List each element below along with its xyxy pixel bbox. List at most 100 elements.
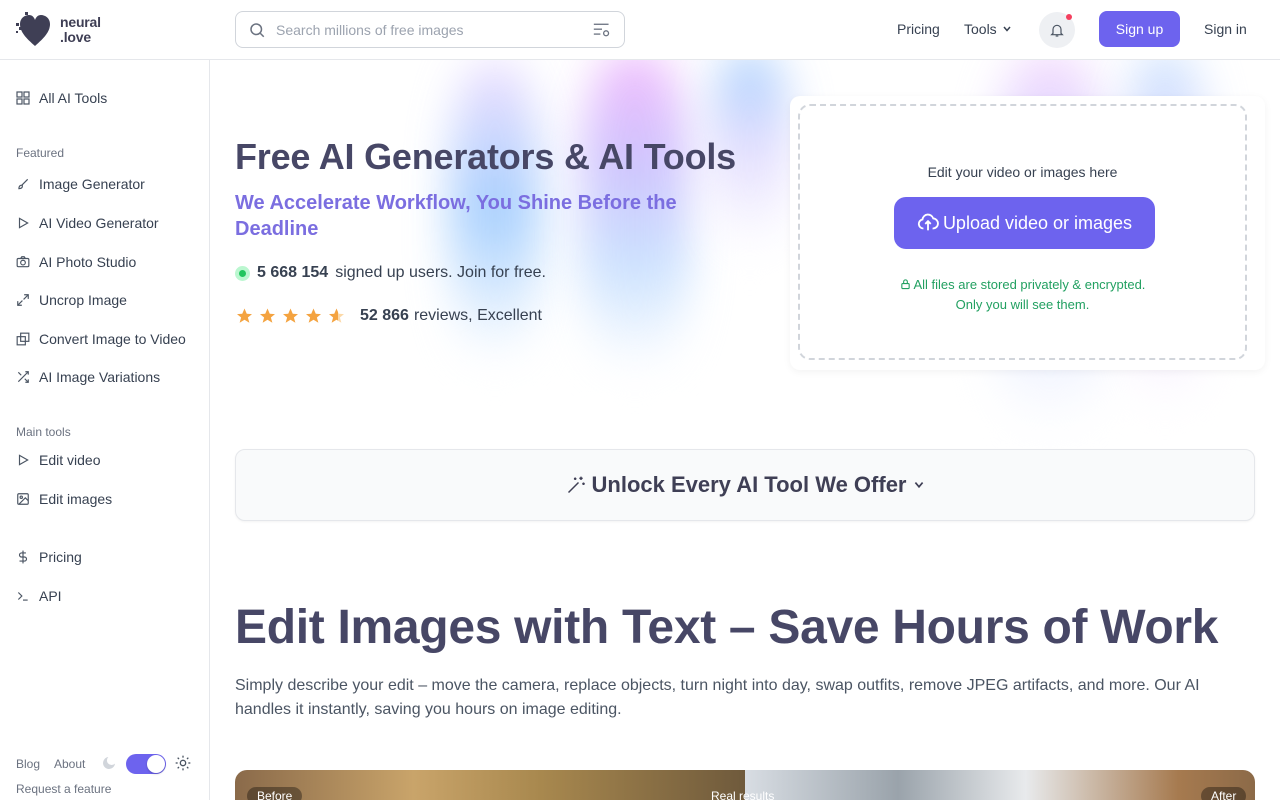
nav-tools-label: Tools xyxy=(964,21,997,37)
search-icon xyxy=(250,22,265,37)
section-description: Simply describe your edit – move the cam… xyxy=(235,677,1200,718)
nav-pricing[interactable]: Pricing xyxy=(897,21,940,37)
bell-icon xyxy=(1050,24,1064,37)
main-content: Free AI Generators & AI Tools We Acceler… xyxy=(210,60,1280,800)
image-icon xyxy=(17,493,29,505)
sidebar: All AI Tools Featured Image Generator AI… xyxy=(0,60,210,800)
star-icon xyxy=(306,308,321,323)
privacy-note: All files are stored privately & encrypt… xyxy=(800,275,1245,315)
logo[interactable]: neural .love xyxy=(16,12,101,48)
request-feature-link[interactable]: Request a feature xyxy=(16,782,111,796)
chevron-down-icon xyxy=(914,482,923,489)
grid-icon xyxy=(16,91,30,105)
sidebar-item-label: All AI Tools xyxy=(39,90,108,106)
main-tools-section-label: Main tools xyxy=(16,425,71,439)
blog-link[interactable]: Blog xyxy=(16,757,40,771)
signin-link[interactable]: Sign in xyxy=(1204,21,1247,37)
hero-subtitle: We Accelerate Workflow, You Shine Before… xyxy=(235,192,677,240)
sidebar-item-label: Pricing xyxy=(39,549,82,565)
play-icon xyxy=(18,454,29,466)
hero-title: Free AI Generators & AI Tools xyxy=(235,136,736,177)
notifications-button[interactable] xyxy=(1039,12,1075,48)
real-results-label: Real results xyxy=(711,789,775,800)
sidebar-item-pricing[interactable]: Pricing xyxy=(16,549,82,565)
cloud-upload-icon xyxy=(917,213,939,231)
signup-button[interactable]: Sign up xyxy=(1099,11,1180,47)
upload-button[interactable]: Upload video or images xyxy=(894,197,1155,249)
reviews-count: 52 866 xyxy=(360,307,409,324)
sidebar-item-label: Convert Image to Video xyxy=(39,331,186,347)
upload-caption: Edit your video or images here xyxy=(927,164,1118,180)
sidebar-item-convert-image-to-video[interactable]: Convert Image to Video xyxy=(16,331,186,347)
sidebar-item-ai-video-generator[interactable]: AI Video Generator xyxy=(16,215,159,231)
toggle-knob xyxy=(147,755,165,773)
upload-button-label: Upload video or images xyxy=(942,212,1133,233)
logo-line2: .love xyxy=(60,29,91,45)
sidebar-item-label: Edit images xyxy=(39,491,113,507)
after-label: After xyxy=(1201,787,1247,800)
privacy-line1: All files are stored privately & encrypt… xyxy=(913,277,1146,292)
unlock-label: Unlock Every AI Tool We Offer xyxy=(591,472,907,497)
sidebar-item-all-tools[interactable]: All AI Tools xyxy=(16,90,107,106)
star-icon xyxy=(283,308,298,323)
chevron-down-icon xyxy=(1003,26,1011,32)
before-after-comparison[interactable]: Before Real results After xyxy=(235,770,1255,800)
shuffle-icon xyxy=(17,371,29,383)
sidebar-item-label: AI Video Generator xyxy=(39,215,159,231)
users-count: 5 668 154 xyxy=(257,264,329,281)
before-label: Before xyxy=(247,787,303,800)
gallery-icon xyxy=(16,332,30,346)
sidebar-item-ai-image-variations[interactable]: AI Image Variations xyxy=(16,369,160,385)
filter-settings-icon[interactable] xyxy=(592,21,612,39)
sun-icon xyxy=(175,755,191,771)
sidebar-item-edit-images[interactable]: Edit images xyxy=(16,491,112,507)
sidebar-item-image-generator[interactable]: Image Generator xyxy=(16,176,145,192)
star-icon xyxy=(260,308,275,323)
star-half-icon xyxy=(329,308,344,323)
privacy-line2: Only you will see them. xyxy=(955,297,1090,312)
after-image xyxy=(745,770,1255,800)
heart-logo-icon xyxy=(16,12,50,46)
star-icon xyxy=(237,308,252,323)
reviews-summary: 52 866 reviews, Excellent xyxy=(235,307,542,325)
rating-stars xyxy=(235,307,346,325)
reviews-text: reviews, Excellent xyxy=(413,307,542,324)
featured-section-label: Featured xyxy=(16,146,65,160)
theme-toggle[interactable] xyxy=(126,754,166,774)
online-status-icon xyxy=(235,265,250,281)
brush-icon xyxy=(18,178,29,190)
dollar-icon xyxy=(18,550,28,564)
sidebar-item-api[interactable]: API xyxy=(16,588,62,604)
sidebar-item-label: Edit video xyxy=(39,452,101,468)
search-bar[interactable] xyxy=(235,11,625,48)
lock-icon xyxy=(900,279,910,290)
about-link[interactable]: About xyxy=(54,757,85,771)
sidebar-item-label: API xyxy=(39,588,62,604)
upload-card: Edit your video or images here Upload vi… xyxy=(790,96,1265,370)
top-header: neural .love Pricing Tools Sign up Sign … xyxy=(0,0,1280,60)
terminal-icon xyxy=(17,592,28,601)
expand-icon xyxy=(17,294,29,306)
moon-icon xyxy=(103,757,115,769)
sidebar-item-edit-video[interactable]: Edit video xyxy=(16,452,100,468)
search-input[interactable] xyxy=(276,21,592,38)
sidebar-item-ai-photo-studio[interactable]: AI Photo Studio xyxy=(16,254,136,270)
signup-count: 5 668 154 signed up users. Join for free… xyxy=(235,264,546,282)
sidebar-item-label: AI Image Variations xyxy=(39,369,161,385)
play-icon xyxy=(18,217,29,229)
unlock-tools-button[interactable]: Unlock Every AI Tool We Offer xyxy=(235,449,1255,521)
section-title: Edit Images with Text – Save Hours of Wo… xyxy=(235,601,1219,654)
magic-wand-icon xyxy=(567,476,585,494)
users-text: signed up users. Join for free. xyxy=(335,264,546,281)
nav-tools[interactable]: Tools xyxy=(964,21,1012,37)
camera-icon xyxy=(16,256,30,268)
sidebar-item-uncrop-image[interactable]: Uncrop Image xyxy=(16,292,127,308)
sidebar-item-label: Image Generator xyxy=(39,176,145,192)
sidebar-item-label: Uncrop Image xyxy=(39,292,127,308)
logo-text: neural .love xyxy=(60,15,101,45)
upload-dropzone[interactable]: Edit your video or images here Upload vi… xyxy=(798,104,1247,360)
sidebar-item-label: AI Photo Studio xyxy=(39,254,137,270)
logo-line1: neural xyxy=(60,14,101,30)
notification-dot xyxy=(1066,14,1072,20)
before-image xyxy=(235,770,745,800)
